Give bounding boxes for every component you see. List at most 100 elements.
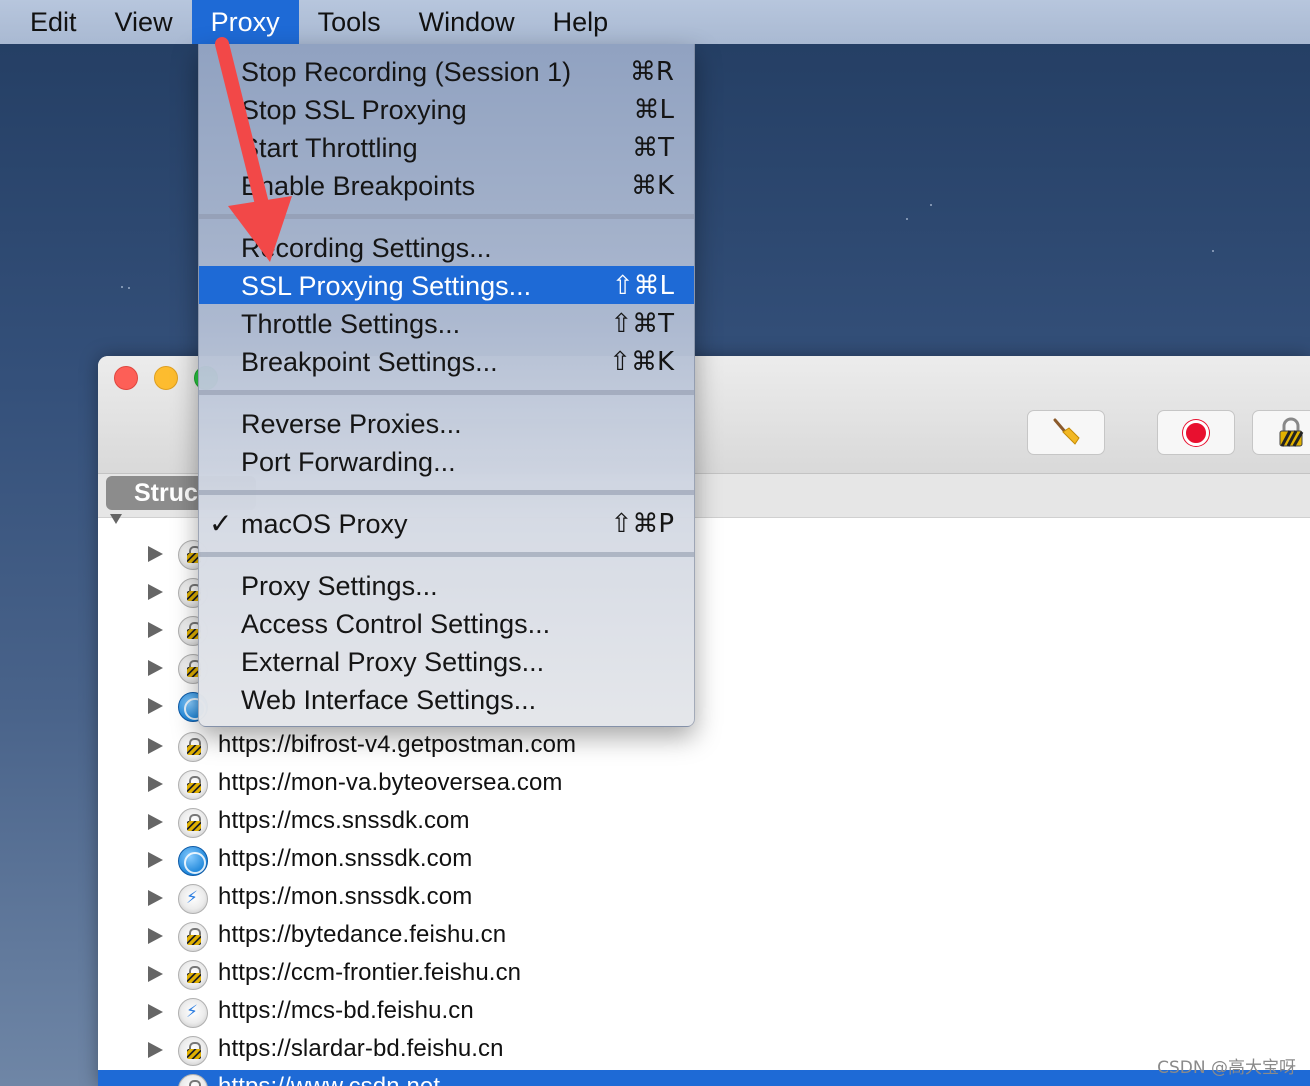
disclosure-triangle-icon[interactable] xyxy=(148,660,163,676)
star xyxy=(1212,250,1214,252)
ssl-proxying-button[interactable] xyxy=(1252,410,1310,455)
host-url: https://bytedance.feishu.cn xyxy=(218,921,507,948)
menu-item-proxy-settings[interactable]: Proxy Settings... xyxy=(199,566,694,604)
menu-item-label: Reverse Proxies... xyxy=(241,409,462,439)
menu-item-label: Stop Recording (Session 1) xyxy=(241,57,572,87)
host-row[interactable]: https://ccm-frontier.feishu.cn xyxy=(98,956,1310,994)
disclosure-triangle-icon[interactable] xyxy=(148,814,163,830)
menu-item-label: Recording Settings... xyxy=(241,233,492,263)
watermark: CSDN @高大宝呀 xyxy=(1157,1058,1296,1078)
disclosure-triangle-icon[interactable] xyxy=(148,738,163,754)
minimize-button[interactable] xyxy=(154,366,178,390)
bolt-lock-icon xyxy=(178,884,208,914)
shortcut-label: ⇧⌘T xyxy=(610,309,674,339)
menu-window[interactable]: Window xyxy=(400,0,534,44)
disclosure-triangle-icon[interactable] xyxy=(148,1004,163,1020)
menu-item-breakpoint-settings[interactable]: Breakpoint Settings... ⇧⌘K xyxy=(199,342,694,380)
host-url: https://mon.snssdk.com xyxy=(218,845,473,872)
disclosure-triangle-icon[interactable] xyxy=(148,890,163,906)
disclosure-triangle-open-icon[interactable] xyxy=(110,514,122,524)
host-url: https://mon-va.byteoversea.com xyxy=(218,769,563,796)
disclosure-triangle-icon[interactable] xyxy=(148,852,163,868)
shortcut-label: ⌘K xyxy=(630,171,674,201)
record-button[interactable] xyxy=(1157,410,1235,455)
shortcut-label: ⇧⌘P xyxy=(610,509,674,539)
menu-item-reverse-proxies[interactable]: Reverse Proxies... xyxy=(199,404,694,442)
menu-item-label: Throttle Settings... xyxy=(241,309,461,339)
menu-separator xyxy=(199,214,694,219)
lock-icon xyxy=(178,732,208,762)
broom-icon xyxy=(1053,418,1080,445)
menu-item-port-forwarding[interactable]: Port Forwarding... xyxy=(199,442,694,480)
menu-item-label: Start Throttling xyxy=(241,133,418,163)
menu-item-label: Access Control Settings... xyxy=(241,609,551,639)
host-url: https://slardar-bd.feishu.cn xyxy=(218,1035,504,1062)
menu-item-web-interface-settings[interactable]: Web Interface Settings... xyxy=(199,680,694,718)
menu-item-throttle-settings[interactable]: Throttle Settings... ⇧⌘T xyxy=(199,304,694,342)
menu-proxy[interactable]: Proxy xyxy=(191,0,299,44)
host-url: https://mcs-bd.feishu.cn xyxy=(218,997,474,1024)
menu-item-external-proxy-settings[interactable]: External Proxy Settings... xyxy=(199,642,694,680)
disclosure-triangle-icon[interactable] xyxy=(148,622,163,638)
menu-item-label: Enable Breakpoints xyxy=(241,171,476,201)
menu-separator xyxy=(199,490,694,495)
disclosure-triangle-icon[interactable] xyxy=(148,928,163,944)
menu-item-enable-breakpoints[interactable]: Enable Breakpoints ⌘K xyxy=(199,166,694,204)
menu-item-macos-proxy[interactable]: ✓ macOS Proxy ⇧⌘P xyxy=(199,504,694,542)
shortcut-label: ⌘R xyxy=(629,57,674,87)
lock-icon xyxy=(178,808,208,838)
shortcut-label: ⇧⌘L xyxy=(611,271,674,301)
menu-item-access-control-settings[interactable]: Access Control Settings... xyxy=(199,604,694,642)
disclosure-triangle-icon[interactable] xyxy=(148,966,163,982)
menu-item-start-throttling[interactable]: Start Throttling ⌘T xyxy=(199,128,694,166)
host-row[interactable]: https://mcs.snssdk.com xyxy=(98,804,1310,842)
globe-icon xyxy=(178,846,208,876)
shortcut-label: ⌘T xyxy=(632,133,674,163)
lock-icon xyxy=(178,1074,208,1086)
shortcut-label: ⌘L xyxy=(633,95,675,125)
menu-item-label: macOS Proxy xyxy=(241,509,408,539)
disclosure-triangle-icon[interactable] xyxy=(148,584,163,600)
host-row-selected[interactable]: https://www.csdn.net xyxy=(98,1070,1310,1086)
menu-item-label: Breakpoint Settings... xyxy=(241,347,498,377)
host-url: https://bifrost-v4.getpostman.com xyxy=(218,731,577,758)
menu-tools[interactable]: Tools xyxy=(299,0,400,44)
menu-bar: Edit View Proxy Tools Window Help xyxy=(0,0,1310,44)
bolt-lock-icon xyxy=(178,998,208,1028)
disclosure-triangle-icon[interactable] xyxy=(148,546,163,562)
menu-edit[interactable]: Edit xyxy=(0,0,96,44)
menu-item-ssl-proxying-settings[interactable]: SSL Proxying Settings... ⇧⌘L xyxy=(199,266,694,304)
proxy-menu: Stop Recording (Session 1) ⌘R Stop SSL Pr… xyxy=(198,44,695,727)
host-url: https://ccm-frontier.feishu.cn xyxy=(218,959,522,986)
host-url: https://mcs.snssdk.com xyxy=(218,807,470,834)
host-row[interactable]: https://mcs-bd.feishu.cn xyxy=(98,994,1310,1032)
menu-item-label: Port Forwarding... xyxy=(241,447,456,477)
lock-icon xyxy=(178,770,208,800)
menu-help[interactable]: Help xyxy=(534,0,628,44)
star xyxy=(121,286,123,288)
menu-item-label: External Proxy Settings... xyxy=(241,647,545,677)
host-row[interactable]: https://mon.snssdk.com xyxy=(98,842,1310,880)
lock-icon xyxy=(178,1036,208,1066)
disclosure-triangle-icon[interactable] xyxy=(148,1042,163,1058)
menu-item-stop-ssl-proxying[interactable]: Stop SSL Proxying ⌘L xyxy=(199,90,694,128)
menu-item-label: Proxy Settings... xyxy=(241,571,438,601)
clear-session-button[interactable] xyxy=(1027,410,1105,455)
host-row[interactable]: https://mon-va.byteoversea.com xyxy=(98,766,1310,804)
menu-separator xyxy=(199,552,694,557)
host-row[interactable]: https://bytedance.feishu.cn xyxy=(98,918,1310,956)
disclosure-triangle-icon[interactable] xyxy=(148,776,163,792)
menu-item-recording-settings[interactable]: Recording Settings... xyxy=(199,228,694,266)
menu-item-stop-recording[interactable]: Stop Recording (Session 1) ⌘R xyxy=(199,52,694,90)
menu-item-label: SSL Proxying Settings... xyxy=(241,271,532,301)
host-row[interactable]: https://slardar-bd.feishu.cn xyxy=(98,1032,1310,1070)
host-url: https://www.csdn.net xyxy=(218,1073,440,1086)
disclosure-triangle-icon[interactable] xyxy=(148,698,163,714)
close-button[interactable] xyxy=(114,366,138,390)
star xyxy=(906,218,908,220)
lock-icon xyxy=(1279,417,1304,447)
host-row[interactable]: https://mon.snssdk.com xyxy=(98,880,1310,918)
host-row[interactable]: https://bifrost-v4.getpostman.com xyxy=(98,728,1310,766)
lock-icon xyxy=(178,922,208,952)
menu-view[interactable]: View xyxy=(96,0,192,44)
